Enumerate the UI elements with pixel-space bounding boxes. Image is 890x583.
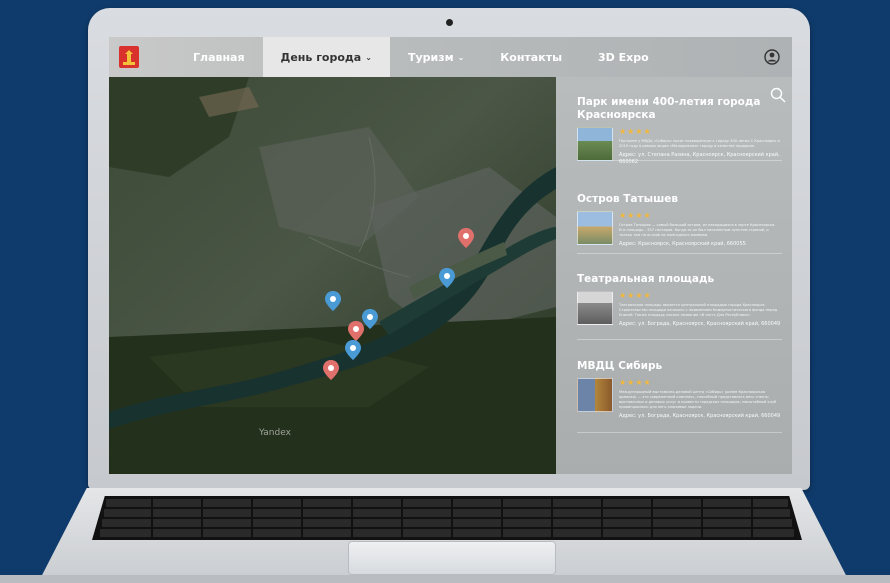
place-description: Международный выставочно-деловой центр «…: [619, 390, 777, 409]
laptop-screen: Главная День города ⌄ Туризм ⌄ Контакты …: [109, 37, 792, 474]
nav-item-label: 3D Expo: [598, 50, 649, 64]
place-thumbnail: [577, 127, 613, 161]
nav-item-label: Туризм: [407, 50, 454, 64]
nav-item-tourism[interactable]: Туризм ⌄: [390, 37, 482, 77]
coat-of-arms-icon: [119, 46, 139, 68]
places-panel: Парк имени 400-летия города Красноярска …: [556, 77, 792, 474]
webcam: [446, 19, 453, 26]
place-card[interactable]: Театральная площадь ★★★★ Театральная пло…: [577, 273, 782, 340]
user-account-button[interactable]: [752, 49, 792, 65]
nav-item-label: Главная: [193, 50, 245, 64]
laptop-base-edge: [0, 575, 890, 583]
chevron-down-icon: ⌄: [457, 52, 465, 62]
user-icon: [764, 49, 780, 65]
map-watermark: Yandex: [259, 428, 291, 438]
rating-stars: ★★★★: [619, 291, 652, 300]
chevron-down-icon: ⌄: [365, 52, 372, 62]
top-navbar: Главная День города ⌄ Туризм ⌄ Контакты …: [109, 37, 792, 77]
place-address: Адрес: ул. Бограда, Красноярск, Краснояр…: [619, 413, 781, 419]
nav-item-city-day[interactable]: День города ⌄: [262, 37, 390, 77]
place-description: Остров Татышев — самый большой остров, и…: [619, 223, 776, 237]
nav-item-label: День города: [280, 50, 362, 64]
place-title: МВДЦ Сибирь: [577, 360, 663, 372]
place-description: Театральная площадь является центральной…: [619, 303, 778, 317]
place-card[interactable]: Остров Татышев ★★★★ Остров Татышев — сам…: [577, 193, 782, 254]
nav-item-label: Контакты: [500, 50, 563, 64]
place-title: Остров Татышев: [577, 193, 679, 205]
laptop-keyboard: [92, 496, 802, 540]
place-address: Адрес: Красноярск, Красноярский край, 66…: [619, 241, 746, 247]
nav-item-home[interactable]: Главная: [175, 37, 263, 77]
place-address: Адрес: ул. Бограда, Красноярск, Краснояр…: [619, 321, 781, 327]
place-title: Парк имени 400-летия города Красноярска: [577, 96, 761, 121]
place-description: Построен у МВДЦ «Сибирь» носит посвящённ…: [619, 139, 780, 148]
city-logo[interactable]: [109, 37, 149, 77]
rating-stars: ★★★★: [619, 378, 652, 387]
nav-item-3d-expo[interactable]: 3D Expo: [580, 37, 667, 77]
place-card[interactable]: Парк имени 400-летия города Красноярска …: [577, 96, 782, 165]
trackpad: [348, 541, 556, 575]
nav-item-contacts[interactable]: Контакты: [482, 37, 580, 77]
keyboard-keys: [100, 499, 794, 537]
place-title: Театральная площадь: [577, 273, 715, 285]
place-address: Адрес: ул. Степана Разина, Красноярск, К…: [619, 152, 780, 165]
map-canvas[interactable]: [109, 77, 556, 474]
place-card[interactable]: МВДЦ Сибирь ★★★★ Международный выставочн…: [577, 360, 782, 433]
place-thumbnail: [577, 291, 613, 325]
rating-stars: ★★★★: [619, 211, 652, 220]
satellite-map[interactable]: Yandex: [109, 77, 556, 474]
rating-stars: ★★★★: [619, 127, 652, 136]
place-thumbnail: [577, 211, 613, 245]
place-thumbnail: [577, 378, 613, 412]
